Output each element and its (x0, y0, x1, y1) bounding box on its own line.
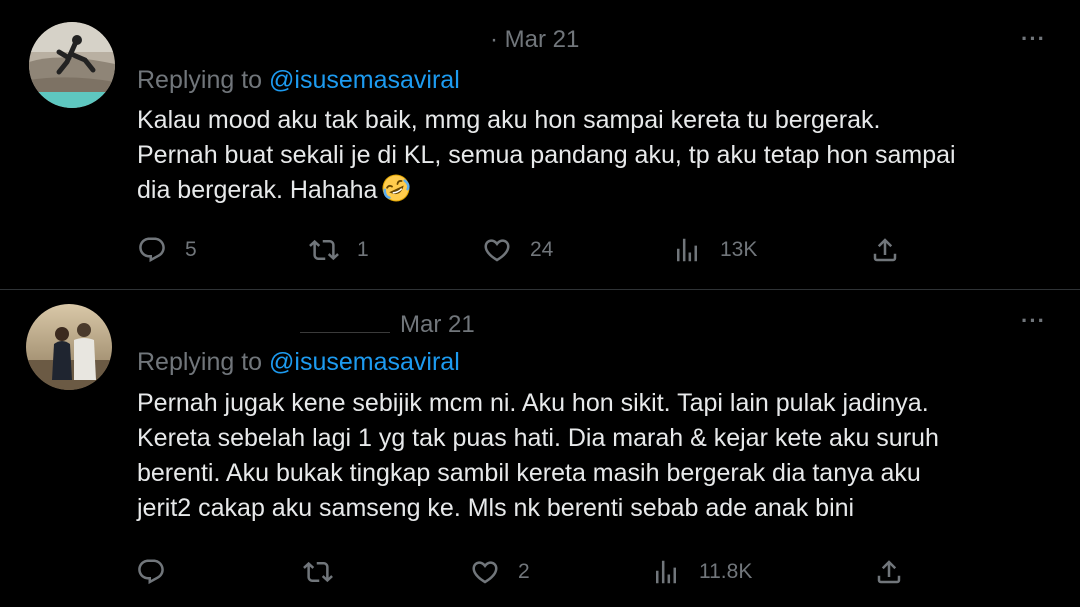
tweet-text: Kalau mood aku tak baik, mmg aku hon sam… (137, 103, 1057, 208)
like-button[interactable]: 24 (482, 230, 553, 270)
views-button[interactable]: 11.8K (651, 552, 752, 592)
views-count: 11.8K (699, 560, 753, 583)
tweet-actions: 2 11.8K (0, 552, 1080, 592)
replying-prefix: Replying to (137, 66, 263, 94)
tweet-text-line: Kalau mood aku tak baik, mmg aku hon sam… (137, 106, 881, 134)
tweet-1[interactable]: · Mar 21 ··· Replying to @isusemasaviral… (0, 0, 1080, 290)
reply-count: 5 (185, 238, 197, 261)
tweet-text-line: dia bergerak. Hahaha (137, 173, 1057, 208)
tweet-actions: 5 1 24 13K (0, 230, 1080, 270)
rolling-on-floor-laughing-emoji-icon (381, 173, 411, 203)
tweet-text-line: Pernah jugak kene sebijik mcm ni. Aku ho… (137, 389, 929, 417)
reply-button[interactable] (136, 552, 184, 592)
more-icon[interactable]: ··· (1021, 26, 1046, 52)
views-icon (677, 238, 697, 262)
like-count: 24 (530, 238, 554, 261)
tweet-text-line: Pernah buat sekali je di KL, semua panda… (137, 141, 956, 169)
tweet-text-line: Kereta sebelah lagi 1 yg tak puas hati. … (137, 424, 939, 452)
replying-prefix: Replying to (137, 348, 263, 376)
views-count: 13K (720, 238, 758, 261)
share-icon (877, 560, 901, 584)
avatar[interactable] (29, 22, 115, 108)
views-icon (656, 560, 676, 584)
like-button[interactable]: 2 (470, 552, 530, 592)
tweet-text-line: jerit2 cakap aku samseng ke. Mls nk bere… (137, 494, 855, 522)
reply-icon (138, 559, 164, 585)
replying-to: Replying to @isusemasaviral (137, 66, 460, 95)
share-icon (873, 238, 897, 262)
tweet-2[interactable]: Mar 21 ··· Replying to @isusemasaviral P… (0, 290, 1080, 607)
tweet-text-line: berenti. Aku bukak tingkap sambil kereta… (137, 459, 921, 487)
replying-handle-link[interactable]: @isusemasaviral (269, 348, 460, 376)
reply-icon (139, 237, 165, 263)
retweet-count: 1 (357, 238, 369, 261)
like-count: 2 (518, 560, 530, 583)
tweet-text-fragment: dia bergerak. Hahaha (137, 176, 378, 204)
like-icon (484, 239, 510, 262)
tweet-date[interactable]: · Mar 21 (490, 26, 579, 54)
avatar[interactable] (26, 304, 112, 390)
retweet-icon (303, 561, 333, 583)
tweet-text: Pernah jugak kene sebijik mcm ni. Aku ho… (137, 386, 1057, 526)
retweet-button[interactable]: 1 (309, 230, 369, 270)
retweet-button[interactable] (303, 552, 351, 592)
views-button[interactable]: 13K (672, 230, 757, 270)
reply-button[interactable]: 5 (137, 230, 197, 270)
username-redacted (300, 332, 390, 333)
tweet-date[interactable]: Mar 21 (400, 311, 475, 339)
replying-handle-link[interactable]: @isusemasaviral (269, 66, 460, 94)
retweet-icon (309, 239, 339, 261)
share-button[interactable] (870, 230, 900, 270)
share-button[interactable] (874, 552, 904, 592)
replying-to: Replying to @isusemasaviral (137, 348, 460, 377)
like-icon (472, 561, 498, 584)
more-icon[interactable]: ··· (1021, 308, 1046, 334)
